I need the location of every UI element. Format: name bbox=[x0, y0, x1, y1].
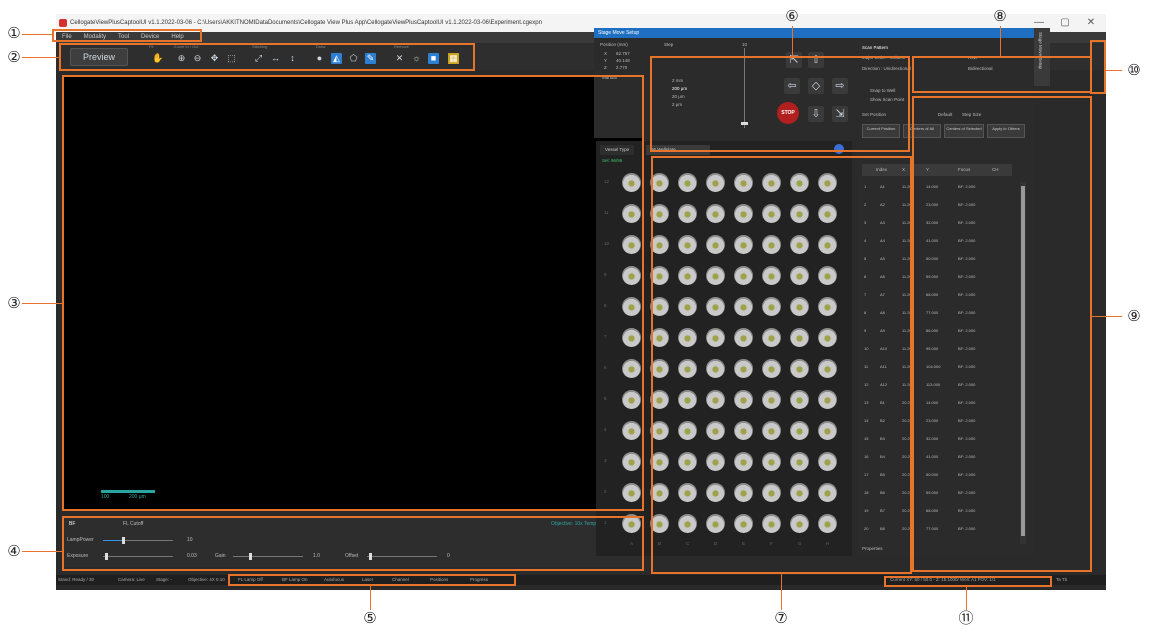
maximize-button[interactable]: ▢ bbox=[1052, 14, 1078, 32]
callout-4: ④ bbox=[7, 542, 21, 560]
callout-5: ⑤ bbox=[363, 609, 377, 627]
z-label: Z bbox=[604, 65, 607, 70]
close-button[interactable]: ✕ bbox=[1078, 14, 1104, 32]
callout-line-11 bbox=[966, 587, 967, 610]
window-title: CellogateViewPlusCaptoolUI v1.1.2022-03-… bbox=[70, 20, 542, 26]
callout-line-3 bbox=[22, 303, 62, 304]
status-camera: Camera: Live bbox=[118, 577, 145, 582]
callout-line-8 bbox=[1000, 26, 1001, 56]
status-stage: Stage: - bbox=[156, 577, 172, 582]
y-label: Y bbox=[604, 58, 608, 63]
callout-line-1 bbox=[22, 34, 52, 35]
scan-pattern-title: Scan Pattern bbox=[862, 45, 889, 50]
callout-6: ⑥ bbox=[785, 7, 799, 25]
callout-line-10 bbox=[1106, 70, 1122, 71]
callout-1: ① bbox=[7, 24, 21, 42]
annotation-box-6 bbox=[650, 56, 910, 152]
x-label: X bbox=[604, 51, 608, 56]
z-value: 2.770 bbox=[616, 65, 628, 70]
z-scale-top: 10 bbox=[742, 42, 748, 47]
callout-line-5 bbox=[370, 586, 371, 610]
callout-line-6 bbox=[792, 26, 793, 56]
callout-line-2 bbox=[22, 57, 59, 58]
app-logo-icon bbox=[59, 19, 67, 27]
callout-line-4 bbox=[22, 551, 62, 552]
callout-7: ⑦ bbox=[774, 609, 788, 627]
annotation-box-7 bbox=[651, 156, 912, 574]
callout-11: ⑪ bbox=[958, 609, 974, 627]
position-label: Position (mm) bbox=[600, 42, 628, 47]
status-indicators: Ta Tb bbox=[1056, 577, 1068, 582]
stage-panel-header: Stage Move Setup bbox=[594, 28, 1034, 38]
annotation-box-10 bbox=[1090, 40, 1106, 94]
callout-3: ③ bbox=[7, 294, 21, 312]
annotation-box-9 bbox=[912, 96, 1092, 572]
callout-line-9 bbox=[1092, 316, 1122, 317]
x-value: 62.757 bbox=[616, 51, 630, 56]
status-stand: Stand: Ready / 30 bbox=[58, 577, 95, 582]
status-objective: Objective: 4X 0.10 bbox=[188, 577, 225, 582]
callout-line-7 bbox=[781, 574, 782, 610]
annotation-box-3 bbox=[62, 75, 644, 511]
step-label: Step bbox=[664, 42, 674, 47]
annotation-box-8 bbox=[912, 56, 1092, 93]
callout-10: ⑩ bbox=[1127, 61, 1141, 79]
annotation-box-1 bbox=[52, 29, 202, 42]
callout-9: ⑨ bbox=[1127, 307, 1141, 325]
y-value: 40.148 bbox=[616, 58, 630, 63]
annotation-box-5 bbox=[228, 574, 516, 586]
callout-2: ② bbox=[7, 48, 21, 66]
annotation-box-11 bbox=[884, 576, 1052, 587]
callout-8: ⑧ bbox=[993, 7, 1007, 25]
annotation-box-4 bbox=[62, 516, 644, 571]
annotation-box-2 bbox=[59, 43, 475, 71]
